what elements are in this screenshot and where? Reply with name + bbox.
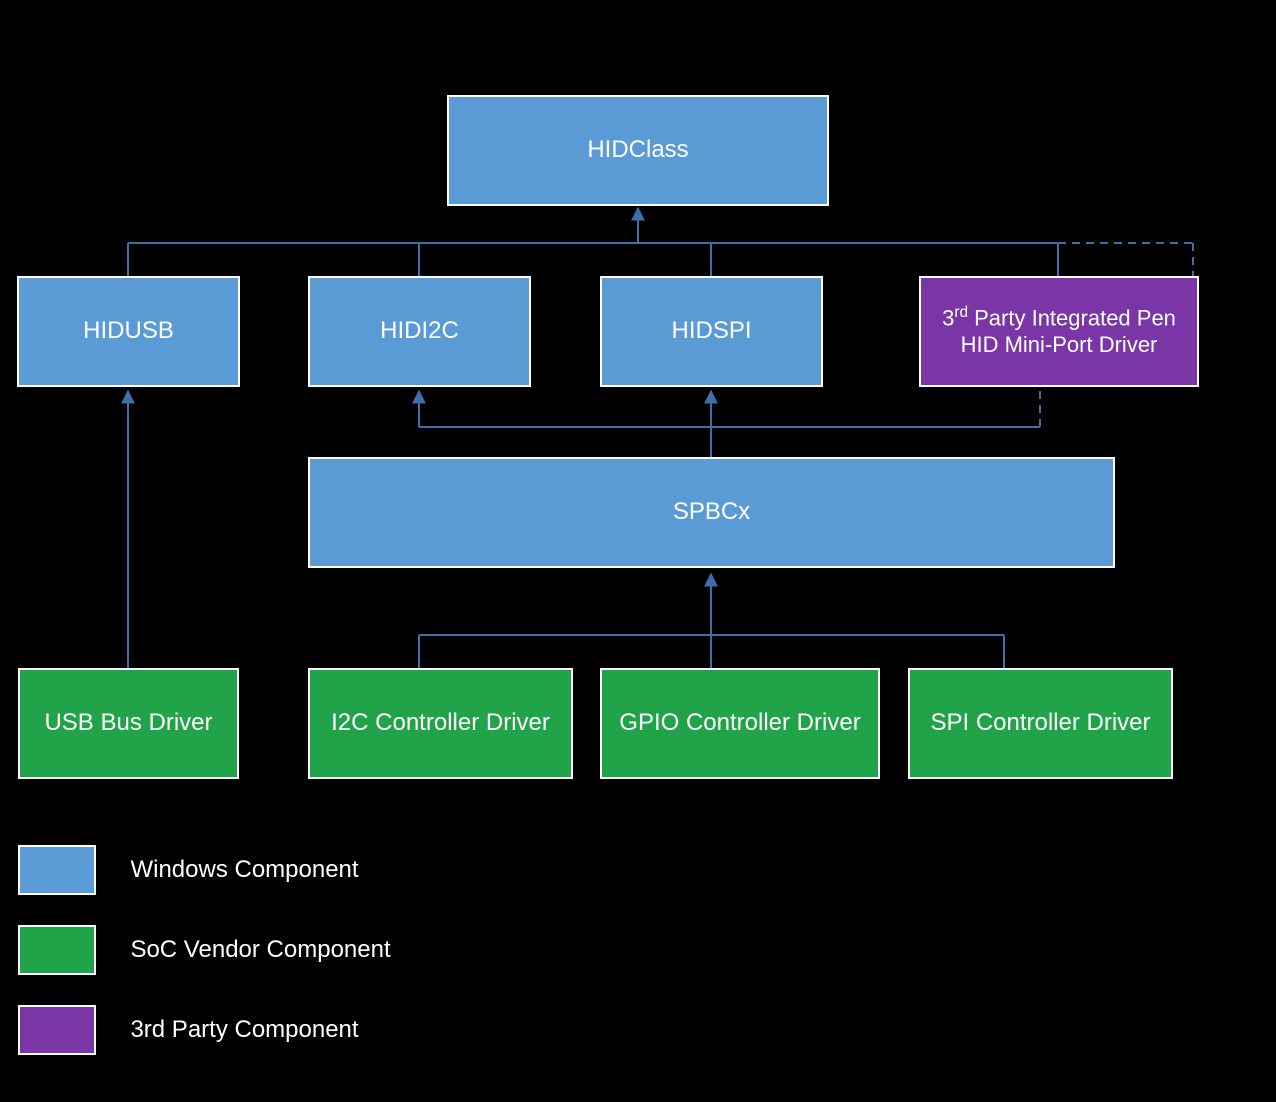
spbcx-box: SPBCx: [308, 457, 1115, 568]
spi-controller-label: SPI Controller Driver: [930, 709, 1150, 738]
gpio-controller-label: GPIO Controller Driver: [619, 709, 860, 738]
hidusb-box: HIDUSB: [17, 276, 240, 387]
gpio-controller-box: GPIO Controller Driver: [600, 668, 880, 779]
legend-windows-label: Windows Component: [130, 856, 358, 884]
thirdparty-miniport-label: 3rd Party Integrated Pen HID Mini-Port D…: [942, 304, 1176, 358]
hidusb-label: HIDUSB: [83, 317, 174, 346]
legend-thirdparty-label: 3rd Party Component: [130, 1016, 358, 1044]
legend-thirdparty: 3rd Party Component: [18, 1005, 359, 1055]
hidi2c-label: HIDI2C: [380, 317, 459, 346]
spi-controller-box: SPI Controller Driver: [908, 668, 1173, 779]
legend-soc: SoC Vendor Component: [18, 925, 391, 975]
legend-soc-swatch: [18, 925, 96, 975]
hidi2c-box: HIDI2C: [308, 276, 531, 387]
legend-soc-label: SoC Vendor Component: [130, 936, 390, 964]
hidclass-label: HIDClass: [587, 136, 688, 165]
hidspi-box: HIDSPI: [600, 276, 823, 387]
thirdparty-miniport-box: 3rd Party Integrated Pen HID Mini-Port D…: [919, 276, 1199, 387]
hidclass-box: HIDClass: [447, 95, 829, 206]
spbcx-label: SPBCx: [673, 498, 750, 527]
legend-windows: Windows Component: [18, 845, 359, 895]
legend-windows-swatch: [18, 845, 96, 895]
usb-bus-driver-box: USB Bus Driver: [18, 668, 239, 779]
i2c-controller-label: I2C Controller Driver: [331, 709, 550, 738]
hidspi-label: HIDSPI: [671, 317, 751, 346]
legend-thirdparty-swatch: [18, 1005, 96, 1055]
usb-bus-driver-label: USB Bus Driver: [44, 709, 212, 738]
driver-stack-diagram: HIDClass HIDUSB HIDI2C HIDSPI 3rd Party …: [0, 0, 1276, 1102]
i2c-controller-box: I2C Controller Driver: [308, 668, 573, 779]
